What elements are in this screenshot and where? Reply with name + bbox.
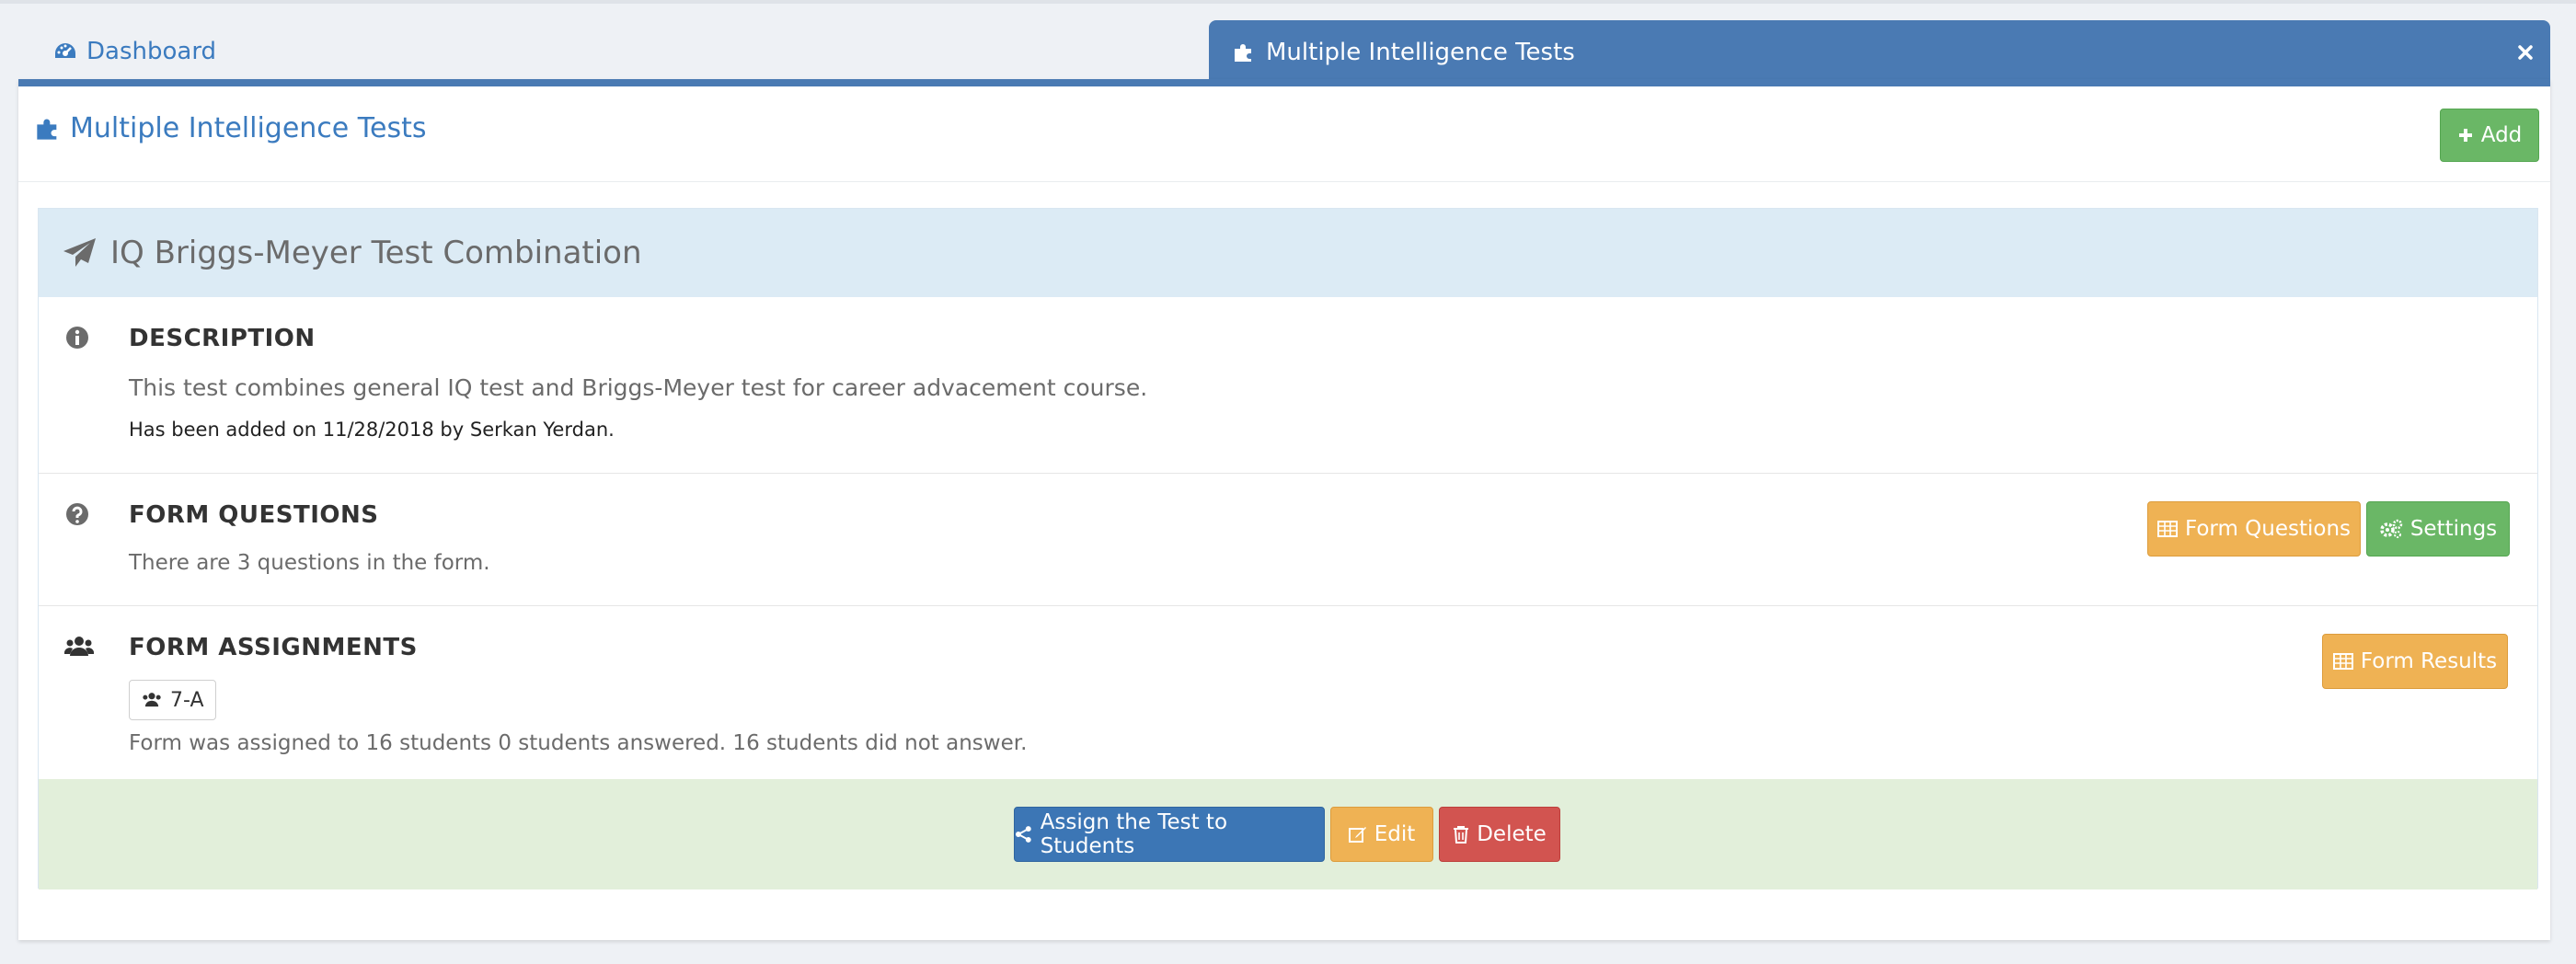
add-button-label: Add — [2480, 123, 2523, 147]
info-icon — [66, 327, 88, 349]
form-questions-text: There are 3 questions in the form. — [129, 551, 490, 575]
description-heading: DESCRIPTION — [129, 325, 316, 352]
form-results-button[interactable]: Form Results — [2322, 634, 2508, 689]
share-icon — [1015, 826, 1031, 843]
question-icon — [66, 503, 88, 525]
cogs-icon — [2380, 519, 2403, 538]
settings-button[interactable]: Settings — [2366, 501, 2510, 557]
description-section: DESCRIPTION This test combines general I… — [39, 297, 2537, 474]
assign-test-button[interactable]: Assign the Test to Students — [1014, 807, 1325, 862]
form-questions-button-label: Form Questions — [2184, 517, 2352, 541]
users-icon — [143, 693, 161, 707]
tab-dashboard-label: Dashboard — [86, 38, 217, 65]
paper-plane-icon — [63, 238, 96, 267]
added-info: Has been added on 11/28/2018 by Serkan Y… — [129, 419, 615, 441]
test-title-bar: IQ Briggs-Meyer Test Combination — [39, 209, 2537, 297]
close-tab-button[interactable] — [2513, 40, 2537, 64]
add-button[interactable]: Add — [2440, 109, 2539, 162]
form-questions-button[interactable]: Form Questions — [2147, 501, 2361, 557]
test-card: IQ Briggs-Meyer Test Combination DESCRIP… — [38, 208, 2538, 889]
tab-dashboard[interactable]: Dashboard — [53, 31, 216, 72]
tab-active-label: Multiple Intelligence Tests — [1266, 39, 1575, 66]
plus-icon — [2458, 129, 2472, 142]
dashboard-icon — [55, 43, 75, 58]
table-icon — [2332, 653, 2353, 670]
trash-icon — [1454, 826, 1469, 844]
group-badge-label: 7-A — [170, 688, 204, 712]
delete-button[interactable]: Delete — [1439, 807, 1560, 862]
form-assignments-heading: FORM ASSIGNMENTS — [129, 634, 418, 661]
form-questions-heading: FORM QUESTIONS — [129, 501, 379, 529]
form-questions-section: FORM QUESTIONS There are 3 questions in … — [39, 474, 2537, 606]
settings-button-label: Settings — [2409, 517, 2498, 541]
puzzle-icon — [37, 119, 57, 140]
users-icon — [64, 637, 94, 656]
delete-button-label: Delete — [1477, 822, 1547, 846]
main-panel: Multiple Intelligence Tests Add IQ Brigg… — [18, 79, 2550, 940]
edit-button[interactable]: Edit — [1330, 807, 1433, 862]
assign-test-button-label: Assign the Test to Students — [1040, 810, 1228, 858]
puzzle-icon — [1235, 44, 1251, 62]
page-title-text: Multiple Intelligence Tests — [70, 112, 427, 144]
panel-header: Multiple Intelligence Tests Add — [18, 86, 2550, 182]
form-assignments-section: FORM ASSIGNMENTS 7-A Form was assigned t… — [39, 606, 2537, 779]
form-results-button-label: Form Results — [2360, 649, 2498, 673]
group-badge: 7-A — [129, 680, 216, 720]
top-border — [0, 0, 2576, 4]
page-title: Multiple Intelligence Tests — [35, 112, 427, 144]
close-icon — [2518, 45, 2533, 60]
table-icon — [2156, 521, 2178, 537]
description-text: This test combines general IQ test and B… — [129, 374, 1148, 401]
actions-bar: Assign the Test to Students Edit Delete — [39, 779, 2537, 889]
form-assignments-text: Form was assigned to 16 students 0 stude… — [129, 731, 1028, 755]
edit-icon — [1348, 827, 1366, 843]
tab-multiple-intelligence-tests[interactable]: Multiple Intelligence Tests — [1209, 20, 2550, 85]
test-title: IQ Briggs-Meyer Test Combination — [110, 235, 642, 271]
edit-button-label: Edit — [1374, 822, 1416, 846]
